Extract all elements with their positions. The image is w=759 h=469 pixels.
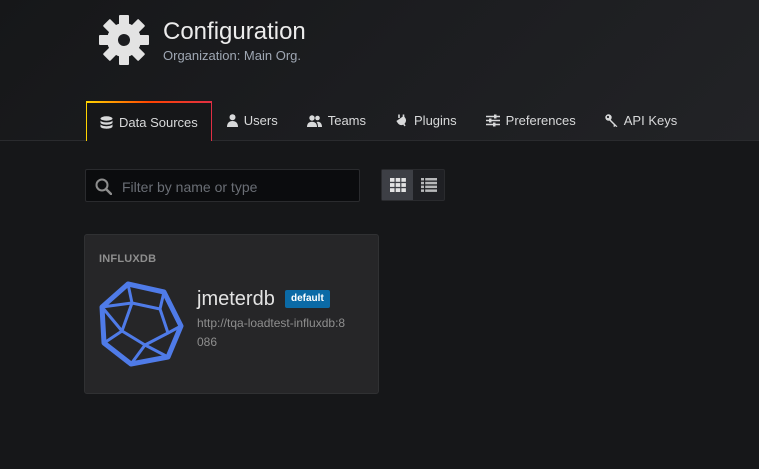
influxdb-logo-icon	[99, 281, 184, 367]
list-icon	[420, 178, 437, 192]
tab-api-keys[interactable]: API Keys	[591, 101, 691, 139]
tab-preferences[interactable]: Preferences	[472, 101, 590, 139]
search-input[interactable]	[120, 170, 354, 203]
tab-users[interactable]: Users	[213, 101, 292, 139]
default-badge: default	[285, 290, 330, 308]
tab-label: API Keys	[623, 113, 678, 128]
config-tabs: Data Sources Users Teams Plugins Prefere…	[86, 101, 692, 141]
users-icon	[306, 114, 322, 127]
tab-label: Preferences	[505, 113, 576, 128]
tab-plugins[interactable]: Plugins	[381, 101, 471, 139]
search-box	[85, 169, 360, 203]
list-view-button[interactable]	[413, 170, 444, 200]
view-toggle	[381, 169, 445, 201]
page-subtitle: Organization: Main Org.	[163, 48, 302, 63]
user-icon	[226, 114, 238, 127]
database-icon	[100, 115, 113, 129]
key-icon	[605, 114, 618, 127]
tab-label: Users	[243, 113, 278, 128]
gear-icon	[99, 15, 149, 65]
plug-icon	[396, 114, 407, 127]
tab-teams[interactable]: Teams	[293, 101, 380, 139]
tab-label: Plugins	[414, 113, 457, 128]
tab-data-sources[interactable]: Data Sources	[86, 101, 212, 141]
search-icon	[95, 178, 112, 195]
datasource-url: http://tqa-loadtest-influxdb:8086	[197, 316, 346, 349]
sliders-icon	[485, 114, 500, 127]
tab-label: Teams	[327, 113, 367, 128]
grid-view-button[interactable]	[382, 170, 413, 200]
page-header: Configuration Organization: Main Org. Da…	[0, 0, 759, 141]
page-title: Configuration	[163, 18, 306, 45]
datasource-type: INFLUXDB	[99, 253, 157, 265]
datasource-name: jmeterdb	[197, 288, 275, 310]
grid-icon	[389, 178, 406, 192]
datasource-card[interactable]: INFLUXDB jmeterdb default http://tqa-loa…	[84, 234, 379, 394]
tab-label: Data Sources	[119, 114, 198, 130]
